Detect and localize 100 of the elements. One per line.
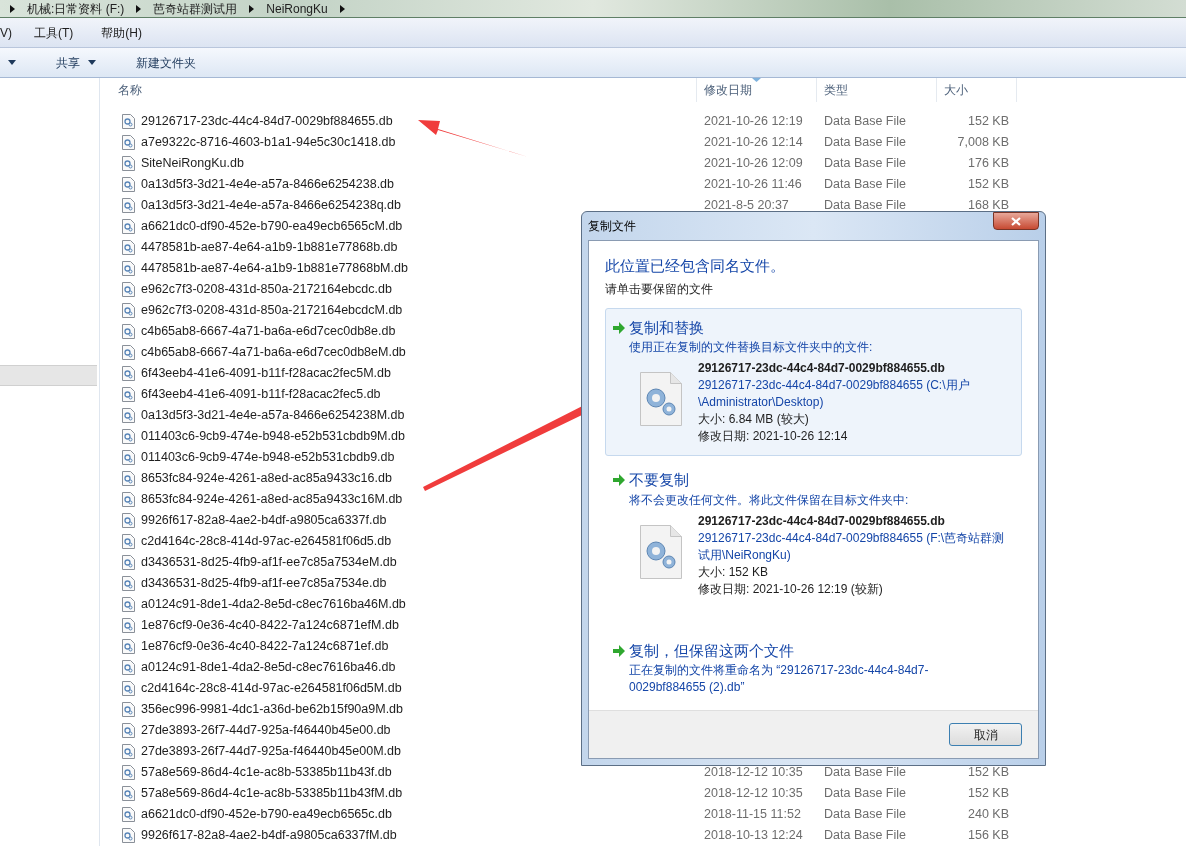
file-name[interactable]: e962c7f3-0208-431d-850a-2172164ebcdcM.db [141,301,403,320]
choice-option[interactable]: 复制和替换 使用正在复制的文件替换目标文件夹中的文件: 29126717-23dc-44c4-84d7-0029bf884655.db 29126717-23dc-44c4-84d7-0029bf884655 (C:\用户\Administrator\Desktop) 大小: 6.84 MB (较大) 修改日期: 2021-10-26 12:14 [605,307,1022,456]
file-icon [122,198,135,213]
file-name[interactable]: 1e876cf9-0e36-4c40-8422-7a124c6871efM.db [141,616,399,635]
size-cell: 240 KB [968,807,1009,822]
file-name[interactable]: 6f43eeb4-41e6-4091-b11f-f28acac2fec5M.db [141,364,391,383]
column-header[interactable]: 修改日期 [697,78,817,102]
breadcrumb-item[interactable]: 机械:日常资料 (F:) [27,0,125,18]
file-name[interactable]: d3436531-8d25-4fb9-af1f-ee7c85a7534e.db [141,574,387,593]
size-cell: 156 KB [968,828,1009,843]
file-name[interactable]: a6621dc0-df90-452e-b790-ea49ecb6565c.db [141,805,392,824]
file-name[interactable]: 9926f617-82a8-4ae2-b4df-a9805ca6337f.db [141,511,387,530]
share-button[interactable]: 共享 [52,52,100,73]
size-cell: 152 KB [968,765,1009,780]
file-name[interactable]: 57a8e569-86d4-4c1e-ac8b-53385b11b43f.db [141,763,392,782]
file-icon [122,387,135,402]
date-cell: 2018-12-12 10:35 [704,786,803,801]
type-cell: Data Base File [824,156,906,171]
file-name[interactable]: 27de3893-26f7-44d7-925a-f46440b45e00M.db [141,742,401,761]
date-cell: 2021-10-26 11:46 [704,177,802,192]
file-name[interactable]: a6621dc0-df90-452e-b790-ea49ecb6565cM.db [141,217,403,236]
file-name[interactable]: 1e876cf9-0e36-4c40-8422-7a124c6871ef.db [141,637,389,656]
file-name[interactable]: 6f43eeb4-41e6-4091-b11f-f28acac2fec5.db [141,385,381,404]
file-name[interactable]: 011403c6-9cb9-474e-b948-e52b531cbdb9.db [141,448,395,467]
file-name[interactable]: 0a13d5f3-3d21-4e4e-a57a-8466e6254238q.db [141,196,401,215]
breadcrumb-item[interactable]: NeiRongKu [266,0,328,18]
file-icon [122,324,135,339]
file-gears-icon [640,372,682,426]
file-icon [122,765,135,780]
column-header[interactable]: 名称 [100,78,697,102]
file-icon [122,597,135,612]
file-icon [122,576,135,591]
file-name[interactable]: 9926f617-82a8-4ae2-b4df-a9805ca6337fM.db [141,826,397,845]
chevron-icon [136,4,142,13]
file-icon [122,681,135,696]
file-name[interactable]: 4478581b-ae87-4e64-a1b9-1b881e77868b.db [141,238,398,257]
file-name[interactable]: a0124c91-8de1-4da2-8e5d-c8ec7616ba46.db [141,658,396,677]
file-name[interactable]: 4478581b-ae87-4e64-a1b9-1b881e77868bM.db [141,259,408,278]
file-name[interactable]: 356ec996-9981-4dc1-a36d-be62b15f90a9M.db [141,700,404,719]
file-name[interactable]: 0a13d5f3-3d21-4e4e-a57a-8466e6254238.db [141,175,394,194]
file-path: 29126717-23dc-44c4-84d7-0029bf884655 (C:\用户\Administrator\Desktop) [698,377,971,411]
file-name[interactable]: SiteNeiRongKu.db [141,154,244,173]
menu-item[interactable]: 工具(T) [28,23,80,42]
date-cell: 2021-10-26 12:19 [704,114,803,129]
menu-item[interactable]: V) [0,23,12,42]
option-description: 将不会更改任何文件。将此文件保留在目标文件夹中: [628,491,910,509]
file-name[interactable]: d3436531-8d25-4fb9-af1f-ee7c85a7534eM.db [141,553,397,572]
file-name[interactable]: e962c7f3-0208-431d-850a-2172164ebcdc.db [141,280,392,299]
cancel-button[interactable]: 取消 [949,723,1022,746]
file-size: 大小: 152 KB [698,563,770,581]
type-cell: Data Base File [824,786,906,801]
file-name[interactable]: 29126717-23dc-44c4-84d7-0029bf884655.db [141,112,393,131]
chevron-icon [339,4,345,13]
file-icon [122,135,135,150]
size-cell: 7,008 KB [957,135,1009,150]
column-header[interactable]: 类型 [817,78,937,102]
type-cell: Data Base File [824,177,906,192]
arrow-right-icon [612,321,625,334]
file-date: 修改日期: 2021-10-26 12:19 (较新) [698,580,884,598]
file-name[interactable]: 27de3893-26f7-44d7-925a-f46440b45e00.db [141,721,391,740]
choice-option[interactable]: 复制，但保留这两个文件 正在复制的文件将重命名为 “29126717-23dc-44c4-84d7-0029bf884655 (2).db” [605,630,1022,703]
file-icon [122,345,135,360]
dialog-title: 复制文件 [588,218,636,235]
file-icon [122,660,135,675]
file-date: 修改日期: 2021-10-26 12:14 [698,428,849,445]
chevron-icon [249,4,255,13]
file-icon [122,408,135,423]
close-button[interactable] [993,212,1039,230]
file-icon [122,702,135,717]
file-name[interactable]: 57a8e569-86d4-4c1e-ac8b-53385b11b43fM.db [141,784,403,803]
close-icon [1011,216,1021,226]
file-name[interactable]: a7e9322c-8716-4603-b1a1-94e5c30c1418.db [141,133,396,152]
file-icon [122,429,135,444]
file-name[interactable]: c4b65ab8-6667-4a71-ba6a-e6d7cec0db8eM.db [141,343,406,362]
file-icon [122,240,135,255]
file-name[interactable]: c4b65ab8-6667-4a71-ba6a-e6d7cec0db8e.db [141,322,396,341]
new-folder-button[interactable]: 新建文件夹 [132,52,200,73]
file-name[interactable]: 011403c6-9cb9-474e-b948-e52b531cbdb9M.db [141,427,405,446]
file-name[interactable]: c2d4164c-28c8-414d-97ac-e264581f06d5.db [141,532,392,551]
option-title: 复制和替换 [629,317,704,338]
breadcrumb-item[interactable]: 芭奇站群测试用 [153,0,238,18]
option-title: 不要复制 [629,470,689,490]
menu-item[interactable]: 帮助(H) [95,23,148,42]
file-icon [122,282,135,297]
file-name[interactable]: 8653fc84-924e-4261-a8ed-ac85a9433c16.db [141,469,392,488]
size-cell: 152 KB [968,114,1009,129]
type-cell: Data Base File [824,198,906,213]
column-header[interactable]: 大小 [937,78,1017,102]
file-name: 29126717-23dc-44c4-84d7-0029bf884655.db [698,512,946,530]
dialog-heading: 此位置已经包含同名文件。 [605,256,786,276]
file-name[interactable]: a0124c91-8de1-4da2-8e5d-c8ec7616ba46M.db [141,595,406,614]
file-name[interactable]: 8653fc84-924e-4261-a8ed-ac85a9433c16M.db [141,490,403,509]
choice-option[interactable]: 不要复制 将不会更改任何文件。将此文件保留在目标文件夹中: 29126717-23dc-44c4-84d7-0029bf884655.db 29126717-23dc-44c4-84d7-0029bf884655 (F:\芭奇站群测试用\NeiRongKu) 大小: 152 KB 修改日期: 2021-10-26 12:19 (较新) [605,460,1022,609]
date-cell: 2018-12-12 10:35 [704,765,803,780]
date-cell: 2021-8-5 20:37 [704,198,789,213]
size-cell: 176 KB [968,156,1009,171]
type-cell: Data Base File [824,807,906,822]
file-name[interactable]: c2d4164c-28c8-414d-97ac-e264581f06d5M.db [141,679,402,698]
caret-icon [88,60,96,65]
file-name[interactable]: 0a13d5f3-3d21-4e4e-a57a-8466e6254238M.db [141,406,405,425]
